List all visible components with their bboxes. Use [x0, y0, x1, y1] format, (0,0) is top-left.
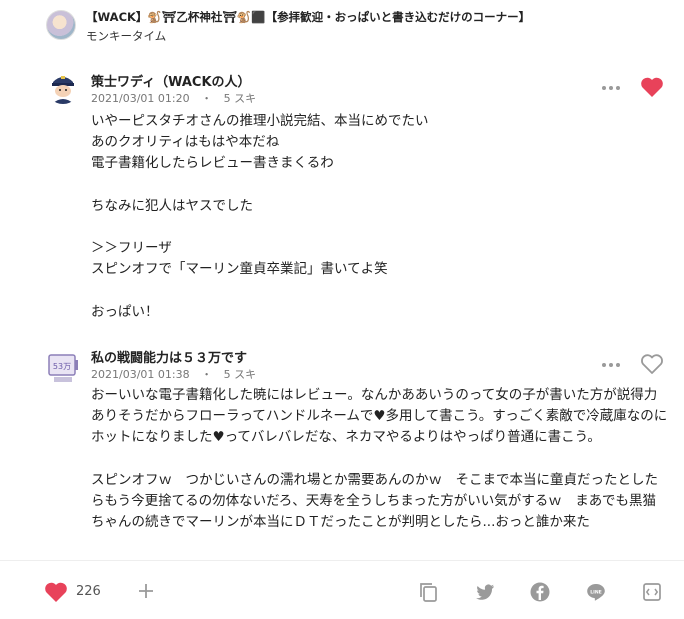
- action-bar: 226 LINE: [0, 560, 684, 619]
- copy-icon[interactable]: [418, 581, 440, 603]
- police-character-avatar-icon[interactable]: [46, 70, 80, 104]
- scouter-display-avatar-icon[interactable]: 53万: [46, 351, 80, 385]
- magazine-title[interactable]: 【WACK】🐒⛩乙杯神社⛩🐒⬛【参拝歓迎・おっぱいと書き込むだけのコーナー】: [86, 9, 530, 25]
- embed-icon[interactable]: [641, 581, 663, 603]
- meta-separator: ・: [201, 368, 213, 381]
- heart-filled-icon[interactable]: [640, 76, 664, 98]
- heart-icon[interactable]: [44, 581, 68, 603]
- like-count[interactable]: 226: [76, 584, 101, 599]
- creator-name[interactable]: モンキータイム: [86, 28, 166, 44]
- comment-author[interactable]: 私の戦闘能力は５３万です: [91, 347, 247, 366]
- magazine-header: 【WACK】🐒⛩乙杯神社⛩🐒⬛【参拝歓迎・おっぱいと書き込むだけのコーナー】 モ…: [0, 0, 684, 50]
- comment-meta: 2021/03/01 01:20 ・ 5 スキ: [91, 90, 264, 106]
- line-icon[interactable]: LINE: [585, 581, 607, 603]
- more-options-icon[interactable]: [602, 359, 622, 371]
- svg-text:LINE: LINE: [590, 589, 602, 595]
- comment-body: いやーピスタチオさんの推理小説完結、本当にめでたい あのクオリティはもはや本だね…: [91, 113, 429, 320]
- twitter-icon[interactable]: [474, 581, 496, 603]
- comment-meta: 2021/03/01 01:38 ・ 5 スキ: [91, 366, 264, 382]
- comment-author[interactable]: 策士ワディ（WACKの人）: [91, 71, 251, 90]
- plus-icon[interactable]: [137, 582, 155, 600]
- avatar-label: 53万: [53, 362, 71, 371]
- heart-outline-icon[interactable]: [640, 353, 664, 375]
- meta-separator: ・: [201, 92, 213, 105]
- comment-item: 53万 私の戦闘能力は５３万です 2021/03/01 01:38 ・ 5 スキ…: [0, 343, 684, 557]
- comment-like-count[interactable]: 5 スキ: [224, 92, 257, 105]
- facebook-icon[interactable]: [529, 581, 551, 603]
- comment-like-count[interactable]: 5 スキ: [224, 368, 257, 381]
- more-options-icon[interactable]: [602, 82, 622, 94]
- comment-timestamp: 2021/03/01 01:20: [91, 92, 190, 105]
- comment-timestamp: 2021/03/01 01:38: [91, 368, 190, 381]
- comment-body: おーいいな電子書籍化した暁にはレビュー。なんかああいうのって女の子が書いた方が説…: [91, 387, 668, 531]
- creator-avatar[interactable]: [46, 10, 76, 40]
